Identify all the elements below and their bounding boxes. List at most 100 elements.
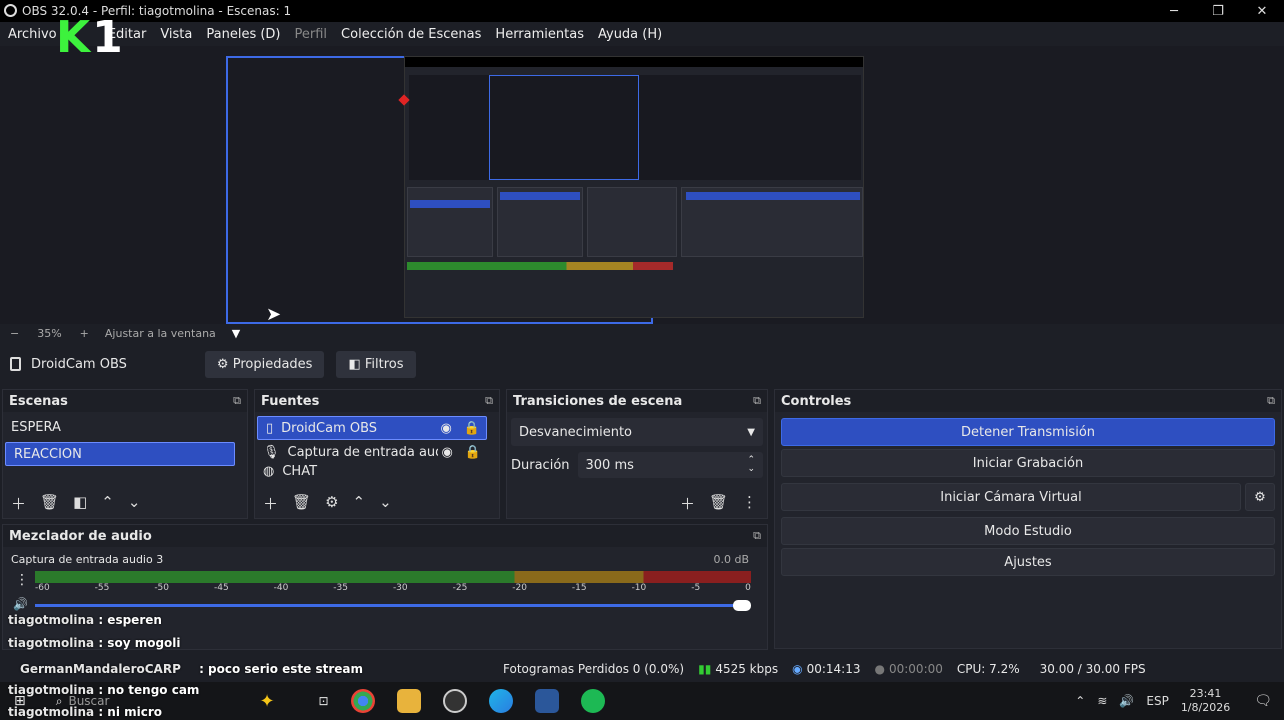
visibility-eye-icon[interactable]: ◉ <box>441 445 452 460</box>
trash-icon[interactable]: 🗑 <box>40 493 59 514</box>
meter-tick-label: -45 <box>213 583 229 593</box>
menu-bar: Archivo ( Editar Vista Paneles (D) Perfi… <box>0 22 1284 46</box>
obs-logo-icon <box>4 4 17 17</box>
record-icon: ● <box>874 662 885 676</box>
notification-icon[interactable]: 🗨 <box>1254 693 1272 709</box>
move-down-icon[interactable]: ⌄ <box>128 493 141 514</box>
settings-button[interactable]: Ajustes <box>781 548 1275 576</box>
more-options-icon[interactable]: ⋮ <box>15 572 29 588</box>
lock-icon[interactable]: 🔒 <box>465 445 481 460</box>
wifi-icon[interactable]: ≋ <box>1097 694 1107 708</box>
audio-mixer-dock: Mezclador de audio ⧉ Captura de entrada a… <box>2 524 768 650</box>
zoom-in-button[interactable]: + <box>80 327 89 340</box>
start-virtual-camera-button[interactable]: Iniciar Cámara Virtual <box>781 483 1241 511</box>
visibility-eye-icon[interactable]: ◉ <box>440 421 451 436</box>
menu-vista[interactable]: Vista <box>160 27 192 42</box>
close-button[interactable]: ✕ <box>1240 4 1284 19</box>
undock-icon[interactable]: ⧉ <box>485 394 493 408</box>
lock-icon[interactable]: 🔒 <box>464 421 480 436</box>
spinner-icon[interactable]: ⌃ ⌄ <box>747 456 755 474</box>
source-item-selected[interactable]: ▯ DroidCam OBS ◉ 🔒 <box>257 416 487 440</box>
meter-tick-label: -55 <box>94 583 110 593</box>
meter-tick-label: 0 <box>745 583 751 593</box>
edge-icon[interactable] <box>488 689 513 713</box>
stop-streaming-button[interactable]: Detener Transmisión <box>781 418 1275 446</box>
scenes-dock: Escenas ⧉ ESPERA REACCION ＋ 🗑 ◧ ⌃ ⌄ <box>2 389 248 519</box>
studio-mode-button[interactable]: Modo Estudio <box>781 517 1275 545</box>
sources-title: Fuentes <box>261 393 320 409</box>
selected-source-name: DroidCam OBS <box>31 356 127 372</box>
status-bar: GermanMandaleroCARP : poco serio este st… <box>0 656 1284 682</box>
clock[interactable]: 23:41 1/8/2026 <box>1181 687 1242 715</box>
microphone-icon: 🎙 <box>263 444 280 460</box>
undock-icon[interactable]: ⧉ <box>233 394 241 408</box>
volume-icon[interactable]: 🔊 <box>1119 694 1134 708</box>
task-view-icon[interactable]: ⊡ <box>319 694 329 708</box>
stream-icon: ◉ <box>792 662 803 676</box>
menu-perfil[interactable]: Perfil <box>295 27 328 42</box>
add-icon[interactable]: ＋ <box>263 493 278 514</box>
source-toolbar: DroidCam OBS ⚙ Propiedades ◧ Filtros <box>0 346 1284 382</box>
meter-tick-label: -25 <box>452 583 468 593</box>
move-up-icon[interactable]: ⌃ <box>353 493 366 514</box>
minimize-button[interactable]: ─ <box>1152 4 1196 19</box>
virtual-camera-settings-gear-icon[interactable]: ⚙ <box>1245 483 1275 511</box>
chat-message: tiagotmolina : soy mogoli <box>8 636 181 650</box>
menu-herramientas[interactable]: Herramientas <box>495 27 584 42</box>
start-recording-button[interactable]: Iniciar Grabación <box>781 449 1275 477</box>
meter-tick-label: -10 <box>631 583 647 593</box>
preview-area[interactable]: ➤ <box>0 46 1284 325</box>
chevron-down-icon: ▼ <box>747 426 755 438</box>
speaker-icon[interactable]: 🔊 <box>13 597 28 611</box>
duration-field[interactable]: 300 ms ⌃ ⌄ <box>577 452 763 478</box>
zoom-bar: − 35% + Ajustar a la ventana ▼ <box>0 324 1284 342</box>
undock-icon[interactable]: ⧉ <box>1267 394 1275 408</box>
add-icon[interactable]: ＋ <box>11 493 26 514</box>
widget-icon[interactable]: ✦ <box>259 691 274 712</box>
chrome-icon[interactable] <box>350 689 375 713</box>
volume-meter <box>35 571 751 583</box>
tray-chevron-icon[interactable]: ⌃ <box>1075 694 1085 708</box>
menu-ayuda[interactable]: Ayuda (H) <box>598 27 662 42</box>
move-down-icon[interactable]: ⌄ <box>379 493 392 514</box>
transitions-title: Transiciones de escena <box>513 393 683 409</box>
controls-title: Controles <box>781 393 852 409</box>
duration-label: Duración <box>511 457 570 473</box>
undock-icon[interactable]: ⧉ <box>753 394 761 408</box>
source-item[interactable]: ◍ CHAT <box>255 464 487 478</box>
undock-icon[interactable]: ⧉ <box>753 529 761 543</box>
gear-icon[interactable]: ⚙ <box>325 493 338 514</box>
transition-select[interactable]: Desvanecimiento ▼ <box>511 418 763 446</box>
menu-coleccion[interactable]: Colección de Escenas <box>341 27 481 42</box>
chat-message: tiagotmolina : no tengo cam <box>8 683 200 697</box>
language-indicator[interactable]: ESP <box>1146 694 1168 708</box>
more-options-icon[interactable]: ⋮ <box>742 493 757 514</box>
meter-tick-label: -30 <box>392 583 408 593</box>
maximize-button[interactable]: ❐ <box>1196 4 1240 19</box>
word-icon[interactable] <box>534 689 559 713</box>
transitions-dock: Transiciones de escena ⧉ Desvanecimiento ▼… <box>506 389 768 519</box>
zoom-fit[interactable]: Ajustar a la ventana <box>105 327 216 340</box>
obs-taskbar-icon[interactable] <box>442 689 467 713</box>
filters-button[interactable]: ◧ Filtros <box>336 350 416 378</box>
trash-icon[interactable]: 🗑 <box>709 493 728 514</box>
zoom-dropdown-icon[interactable]: ▼ <box>232 327 240 340</box>
volume-slider-knob[interactable] <box>733 600 751 611</box>
zoom-out-button[interactable]: − <box>10 327 19 340</box>
bitrate-icon: ▮▮ <box>698 662 712 676</box>
scene-item-selected[interactable]: REACCION <box>5 442 235 466</box>
chat-message: GermanMandaleroCARP : poco serio este st… <box>20 662 364 676</box>
add-icon[interactable]: ＋ <box>680 493 695 514</box>
trash-icon[interactable]: 🗑 <box>292 493 311 514</box>
spotify-icon[interactable] <box>580 689 605 713</box>
channel-logo: K1 <box>56 12 123 63</box>
menu-paneles[interactable]: Paneles (D) <box>206 27 280 42</box>
volume-slider[interactable] <box>35 604 743 607</box>
filter-icon[interactable]: ◧ <box>73 493 87 514</box>
file-explorer-icon[interactable] <box>396 689 421 713</box>
source-item[interactable]: 🎙 Captura de entrada audio 3 ◉ 🔒 <box>255 440 487 464</box>
dropped-frames: Fotogramas Perdidos 0 (0.0%) <box>503 662 685 676</box>
move-up-icon[interactable]: ⌃ <box>101 493 114 514</box>
properties-button[interactable]: ⚙ Propiedades <box>204 350 325 378</box>
scene-item[interactable]: ESPERA <box>3 415 235 439</box>
